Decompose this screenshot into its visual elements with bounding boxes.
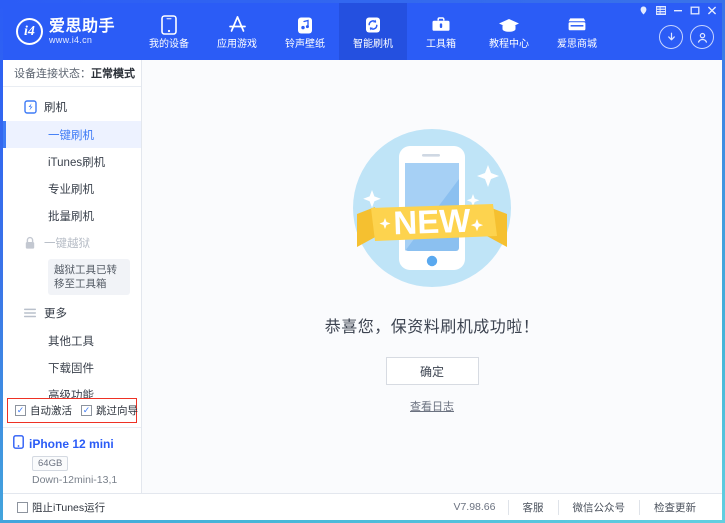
device-capacity: 64GB	[32, 456, 68, 471]
sidebar-item-label: 一键刷机	[48, 127, 94, 143]
sidebar-item-one-click-flash[interactable]: 一键刷机	[3, 121, 141, 148]
flash-device-icon	[23, 100, 37, 114]
sidebar-group-flash[interactable]: 刷机	[3, 93, 141, 121]
nav-item-i4-store[interactable]: 爱思商城	[543, 3, 611, 60]
block-itunes-label: 阻止iTunes运行	[32, 500, 105, 515]
connected-device-info[interactable]: iPhone 12 mini 64GB Down-12mini-13,1	[3, 427, 141, 493]
sidebar-group-label: 一键越狱	[44, 235, 90, 251]
device-status-label: 设备连接状态：	[14, 65, 91, 81]
app-body: 设备连接状态：正常模式 刷机 一键刷机 iTunes刷机 专业刷机	[3, 60, 722, 493]
sidebar-item-itunes-flash[interactable]: iTunes刷机	[3, 148, 141, 175]
app-header: i4 爱思助手 www.i4.cn 我的设备 应用游戏	[3, 3, 722, 60]
auto-activate-label: 自动激活	[30, 403, 72, 418]
app-window: i4 爱思助手 www.i4.cn 我的设备 应用游戏	[0, 0, 725, 523]
device-name-row: iPhone 12 mini	[13, 435, 141, 452]
sidebar-menu: 刷机 一键刷机 iTunes刷机 专业刷机 批量刷机	[3, 87, 141, 398]
view-log-link[interactable]: 查看日志	[410, 398, 454, 414]
flash-refresh-icon	[364, 14, 382, 36]
nav-label: 我的设备	[149, 39, 189, 51]
logo-url: www.i4.cn	[49, 35, 115, 46]
appstore-icon	[227, 14, 248, 36]
status-bar-right: V7.98.66 客服 微信公众号 检查更新	[453, 500, 710, 515]
nav-item-my-device[interactable]: 我的设备	[135, 3, 203, 60]
nav-item-ringtones-wallpaper[interactable]: 铃声壁纸	[271, 3, 339, 60]
nav-item-tutorial-center[interactable]: 教程中心	[475, 3, 543, 60]
main-navigation: 我的设备 应用游戏 铃声壁纸 智能刷机	[135, 3, 611, 60]
status-bar: ✓ 阻止iTunes运行 V7.98.66 客服 微信公众号 检查更新	[3, 493, 722, 520]
checkbox-box: ✓	[17, 502, 28, 513]
logo-text: 爱思助手 www.i4.cn	[49, 18, 115, 46]
pin-icon[interactable]	[638, 5, 649, 16]
menu-icon[interactable]	[655, 5, 666, 16]
sidebar-group-label: 更多	[44, 305, 67, 321]
nav-label: 应用游戏	[217, 39, 257, 51]
user-account-icon[interactable]	[690, 25, 714, 49]
success-message: 恭喜您，保资料刷机成功啦！	[325, 313, 540, 337]
sidebar-item-label: iTunes刷机	[48, 154, 105, 170]
app-logo: i4 爱思助手 www.i4.cn	[3, 3, 135, 60]
sidebar: 设备连接状态：正常模式 刷机 一键刷机 iTunes刷机 专业刷机	[3, 60, 142, 493]
wechat-official-link[interactable]: 微信公众号	[558, 500, 640, 515]
music-icon	[296, 14, 314, 36]
sidebar-item-pro-flash[interactable]: 专业刷机	[3, 175, 141, 202]
auto-activate-checkbox[interactable]: ✓ 自动激活	[15, 403, 72, 418]
maximize-icon[interactable]	[689, 5, 700, 16]
main-content: NEW 恭喜您，保资料刷机成功啦！ 确定 查看日志	[142, 60, 722, 493]
app-version: V7.98.66	[453, 501, 507, 513]
shop-icon	[566, 14, 588, 36]
phone-icon	[13, 435, 24, 452]
close-icon[interactable]	[706, 5, 717, 16]
nav-item-apps-games[interactable]: 应用游戏	[203, 3, 271, 60]
sidebar-item-download-firmware[interactable]: 下载固件	[3, 354, 141, 381]
check-update-link[interactable]: 检查更新	[639, 500, 710, 515]
block-itunes-checkbox[interactable]: ✓ 阻止iTunes运行	[17, 500, 105, 515]
i4-logo-icon: i4	[16, 18, 43, 45]
sidebar-item-label: 专业刷机	[48, 181, 94, 197]
device-name: iPhone 12 mini	[29, 437, 114, 451]
toolbox-icon	[431, 14, 451, 36]
sidebar-item-batch-flash[interactable]: 批量刷机	[3, 202, 141, 229]
sidebar-group-jailbreak: 一键越狱	[3, 229, 141, 257]
nav-label: 工具箱	[426, 39, 456, 51]
skip-wizard-checkbox[interactable]: ✓ 跳过向导	[81, 403, 138, 418]
confirm-button[interactable]: 确定	[386, 357, 479, 385]
window-controls	[638, 5, 717, 16]
nav-label: 教程中心	[489, 39, 529, 51]
download-icon[interactable]	[659, 25, 683, 49]
checkbox-box: ✓	[81, 405, 92, 416]
sidebar-group-more[interactable]: 更多	[3, 299, 141, 327]
sidebar-item-label: 其他工具	[48, 333, 94, 349]
minimize-icon[interactable]	[672, 5, 683, 16]
nav-label: 智能刷机	[353, 39, 393, 51]
device-icon	[161, 14, 177, 36]
device-status-value: 正常模式	[91, 65, 135, 81]
checkbox-box: ✓	[15, 405, 26, 416]
flash-options-row: ✓ 自动激活 ✓ 跳过向导	[7, 398, 137, 423]
sidebar-item-other-tools[interactable]: 其他工具	[3, 327, 141, 354]
skip-wizard-label: 跳过向导	[96, 403, 138, 418]
nav-item-smart-flash[interactable]: 智能刷机	[339, 3, 407, 60]
nav-item-toolbox[interactable]: 工具箱	[407, 3, 475, 60]
jailbreak-tooltip: 越狱工具已转移至工具箱	[48, 259, 130, 295]
nav-label: 爱思商城	[557, 39, 597, 51]
new-phone-badge-illustration: NEW	[345, 121, 519, 295]
sidebar-group-label: 刷机	[44, 99, 67, 115]
svg-text:NEW: NEW	[393, 202, 472, 242]
customer-service-link[interactable]: 客服	[508, 500, 558, 515]
device-connection-status: 设备连接状态：正常模式	[3, 60, 141, 87]
lock-icon	[23, 236, 37, 250]
graduation-cap-icon	[498, 14, 520, 36]
hamburger-icon	[23, 306, 37, 320]
header-actions	[659, 25, 714, 49]
device-identifier: Down-12mini-13,1	[32, 474, 141, 486]
logo-name: 爱思助手	[49, 18, 115, 35]
sidebar-item-label: 高级功能	[48, 387, 94, 398]
sidebar-item-label: 批量刷机	[48, 208, 94, 224]
nav-label: 铃声壁纸	[285, 39, 325, 51]
sidebar-item-advanced-features[interactable]: 高级功能	[3, 381, 141, 398]
sidebar-item-label: 下载固件	[48, 360, 94, 376]
